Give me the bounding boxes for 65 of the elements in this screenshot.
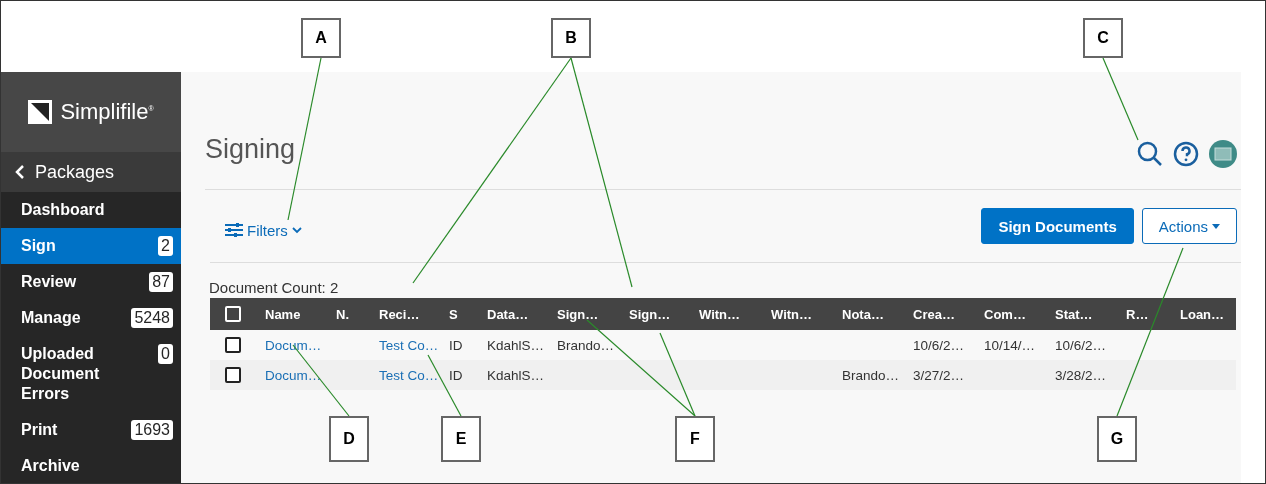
logo-icon <box>28 100 53 124</box>
callout-label: C <box>1083 18 1123 58</box>
checkbox[interactable] <box>225 337 241 353</box>
callout-label: B <box>551 18 591 58</box>
count-badge: 1693 <box>131 420 173 440</box>
table-cell-text: 10/14/… <box>983 337 1037 353</box>
search-icon[interactable] <box>1137 140 1163 167</box>
nav-item[interactable]: Uploaded Document Errors 0 <box>1 336 181 412</box>
callout-label: D <box>329 416 369 462</box>
column-header[interactable]: Witn… <box>689 306 761 322</box>
nav-item[interactable]: Print 1693 <box>1 412 181 448</box>
column-header[interactable]: Nota… <box>832 306 903 322</box>
column-header[interactable]: Loan… <box>1170 306 1236 322</box>
callout-label: E <box>441 416 481 462</box>
avatar-icon[interactable] <box>1209 139 1237 168</box>
nav-item[interactable]: Review 87 <box>1 264 181 300</box>
table-link[interactable]: Docum… <box>255 337 326 353</box>
sliders-icon <box>225 223 243 237</box>
column-header[interactable]: Com… <box>974 306 1045 322</box>
table-cell-text: 3/27/2… <box>912 367 966 383</box>
table-cell-text: Brando… <box>556 337 616 353</box>
table-link[interactable]: Test Co… <box>369 367 439 383</box>
sign-documents-button[interactable]: Sign Documents <box>981 208 1134 244</box>
filters-button[interactable]: Filters <box>210 217 317 243</box>
column-header[interactable]: Stat… <box>1045 306 1116 322</box>
back-link[interactable]: Packages <box>1 152 181 192</box>
callout-label: F <box>675 416 715 462</box>
nav-item[interactable]: Archive <box>1 448 181 483</box>
callout-label: A <box>301 18 341 58</box>
column-header[interactable]: Crea… <box>903 306 974 322</box>
column-header[interactable]: Name <box>255 306 326 322</box>
count-badge: 0 <box>158 344 173 364</box>
chevron-down-icon <box>291 226 302 234</box>
count-badge: 2 <box>158 236 173 256</box>
column-header[interactable]: Reci… <box>369 306 439 322</box>
column-header[interactable]: Data… <box>477 306 547 322</box>
table-cell-text: 3/28/2… <box>1054 367 1108 383</box>
nav-item[interactable]: Dashboard <box>1 192 181 228</box>
table-cell-text: 10/6/2… <box>1054 337 1108 353</box>
count-badge: 87 <box>149 272 173 292</box>
table-cell-text: KdahlS… <box>486 367 546 383</box>
logo-text: Simplifile$^{®}$ <box>60 99 154 125</box>
help-icon[interactable] <box>1173 140 1199 167</box>
table-cell-text: 10/6/2… <box>912 337 966 353</box>
column-header[interactable]: Sign… <box>619 306 689 322</box>
count-badge: 5248 <box>131 308 173 328</box>
caret-icon <box>1212 223 1220 229</box>
table-cell-text: KdahlS… <box>486 337 546 353</box>
table-cell-text: ID <box>448 367 464 383</box>
column-header[interactable]: N. <box>326 306 369 322</box>
table-cell-text: Brando… <box>841 367 901 383</box>
table-link[interactable]: Test Co… <box>369 337 439 353</box>
chevron-left-icon <box>15 164 25 180</box>
table-cell-text: ID <box>448 337 464 353</box>
column-header[interactable]: S <box>439 306 477 322</box>
nav-item[interactable]: Sign 2 <box>1 228 181 264</box>
actions-dropdown[interactable]: Actions <box>1141 208 1237 244</box>
callout-label: G <box>1097 416 1137 462</box>
column-header[interactable]: Sign… <box>547 306 619 322</box>
checkbox[interactable] <box>225 367 241 383</box>
page-title: Signing <box>205 134 296 165</box>
document-count: Document Count: 2 <box>209 279 340 296</box>
column-header[interactable]: Witn… <box>761 306 832 322</box>
nav-item[interactable]: Manage 5248 <box>1 300 181 336</box>
column-header[interactable]: R… <box>1116 306 1170 322</box>
